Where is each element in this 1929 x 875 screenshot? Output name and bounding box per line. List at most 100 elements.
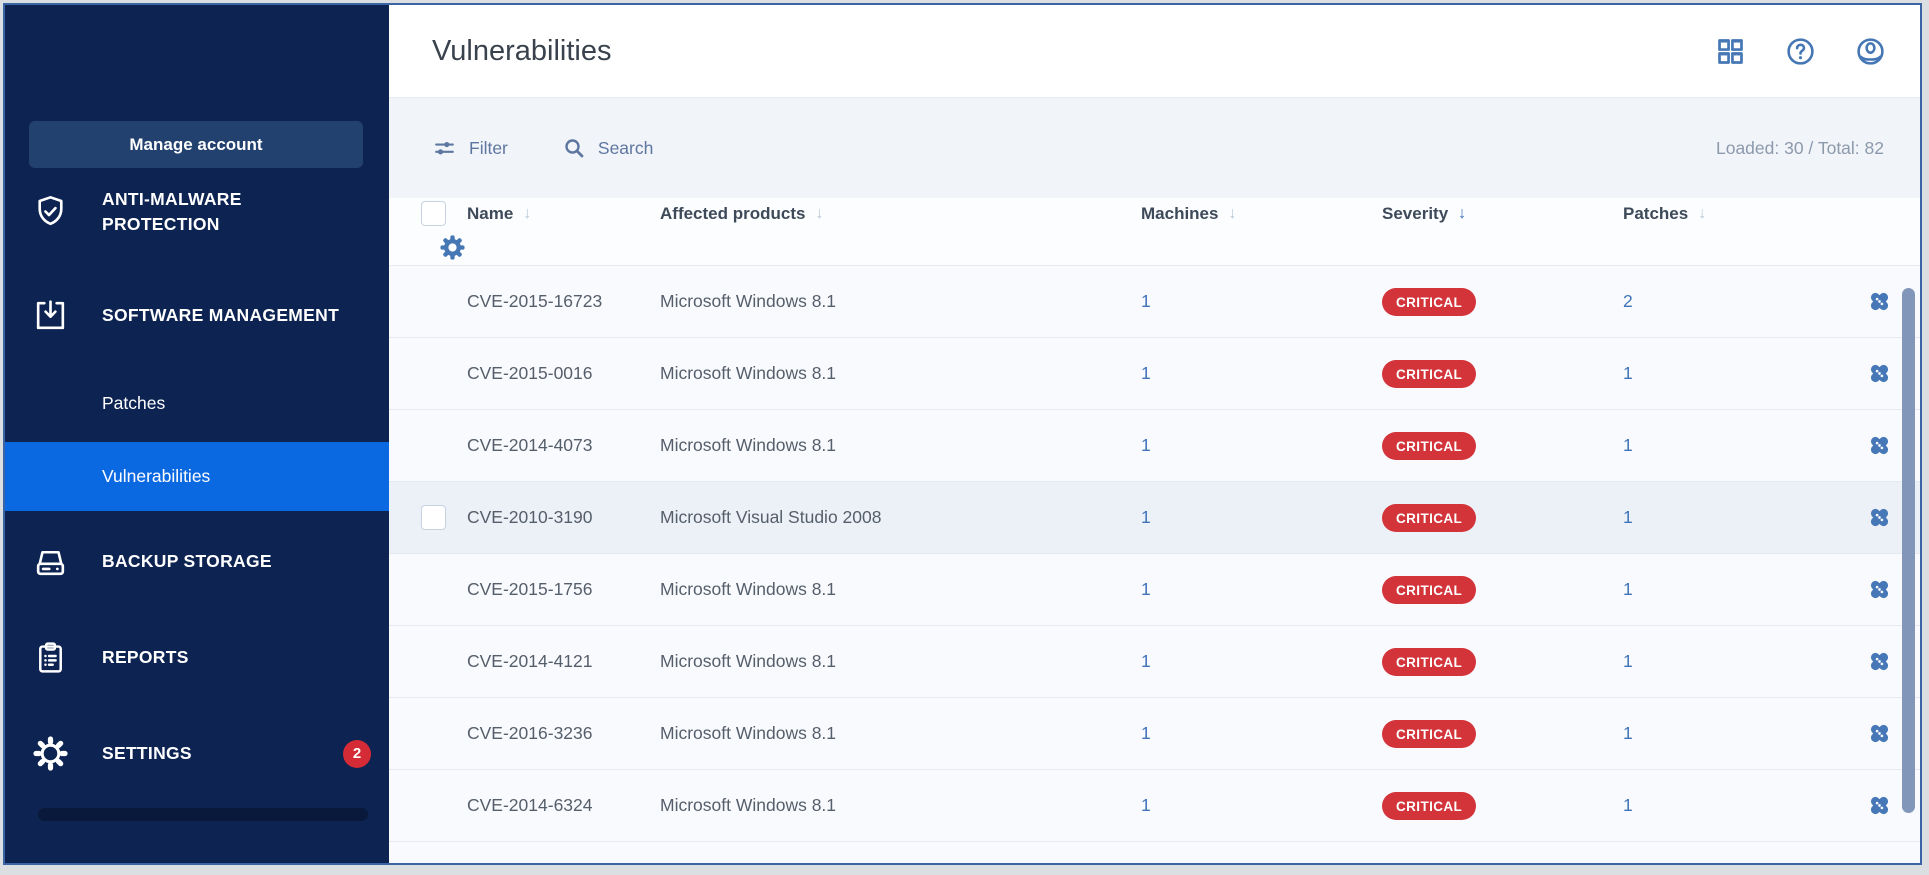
patch-icon[interactable]	[1865, 431, 1894, 460]
shield-check-icon	[31, 193, 69, 231]
column-header-machines[interactable]: Machines ↓	[1141, 204, 1382, 224]
gear-icon	[31, 735, 69, 773]
patch-icon[interactable]	[1865, 503, 1894, 532]
severity-badge: CRITICAL	[1382, 288, 1476, 316]
sidebar-item-software-management[interactable]: SOFTWARE MANAGEMENT	[5, 289, 389, 343]
column-label: Machines	[1141, 204, 1218, 224]
patches-link[interactable]: 1	[1623, 507, 1860, 528]
sidebar-item-reports[interactable]: REPORTS	[5, 631, 389, 685]
machines-link[interactable]: 1	[1141, 291, 1382, 312]
table-settings-gear-icon[interactable]	[438, 233, 467, 262]
affected-product: Microsoft Windows 8.1	[660, 579, 1141, 600]
search-button[interactable]: Search	[562, 136, 653, 160]
sidebar-horizontal-scrollbar[interactable]	[38, 808, 368, 821]
table-row[interactable]: CRITICAL	[389, 842, 1920, 863]
cve-name: CVE-2014-6324	[467, 795, 660, 816]
search-label: Search	[598, 138, 653, 159]
vertical-scrollbar-thumb[interactable]	[1902, 288, 1915, 813]
column-header-name[interactable]: Name ↓	[467, 204, 660, 224]
sidebar-item-settings[interactable]: SETTINGS 2	[5, 727, 389, 781]
affected-product: Microsoft Windows 8.1	[660, 795, 1141, 816]
software-download-icon	[31, 297, 69, 335]
patches-link[interactable]: 2	[1623, 291, 1860, 312]
cve-name: CVE-2015-16723	[467, 291, 660, 312]
sidebar-item-label: SETTINGS	[102, 741, 192, 766]
filter-icon	[432, 136, 457, 161]
patch-icon[interactable]	[1865, 791, 1894, 820]
sidebar-nav: ANTI-MALWARE PROTECTION SOFTWARE MANAGEM…	[5, 189, 389, 863]
filter-label: Filter	[469, 138, 508, 159]
sort-arrow-icon[interactable]: ↓	[523, 205, 531, 223]
cve-name: CVE-2010-3190	[467, 507, 660, 528]
table-row[interactable]: CVE-2015-1756 Microsoft Windows 8.1 1 CR…	[389, 554, 1920, 626]
affected-product: Microsoft Windows 8.1	[660, 435, 1141, 456]
cve-name: CVE-2014-4121	[467, 651, 660, 672]
header-icons	[1715, 36, 1886, 67]
sidebar-item-label: ANTI-MALWARE PROTECTION	[102, 189, 352, 237]
table-row[interactable]: CVE-2010-3190 Microsoft Visual Studio 20…	[389, 482, 1920, 554]
sidebar-item-patches[interactable]: Patches	[5, 390, 389, 418]
cve-name: CVE-2015-0016	[467, 363, 660, 384]
affected-product: Microsoft Windows 8.1	[660, 291, 1141, 312]
patches-link[interactable]: 1	[1623, 435, 1860, 456]
machines-link[interactable]: 1	[1141, 651, 1382, 672]
page-header: Vulnerabilities	[389, 5, 1920, 97]
column-header-patches[interactable]: Patches ↓	[1623, 204, 1860, 224]
row-checkbox[interactable]	[421, 505, 446, 530]
machines-link[interactable]: 1	[1141, 579, 1382, 600]
machines-link[interactable]: 1	[1141, 723, 1382, 744]
machines-link[interactable]: 1	[1141, 363, 1382, 384]
patches-link[interactable]: 1	[1623, 723, 1860, 744]
column-header-affected-products[interactable]: Affected products ↓	[660, 204, 1141, 224]
table-row[interactable]: CVE-2014-4073 Microsoft Windows 8.1 1 CR…	[389, 410, 1920, 482]
severity-badge: CRITICAL	[1382, 504, 1476, 532]
cve-name: CVE-2015-1756	[467, 579, 660, 600]
cve-name: CVE-2016-3236	[467, 723, 660, 744]
affected-product: Microsoft Windows 8.1	[660, 723, 1141, 744]
patch-icon[interactable]	[1865, 359, 1894, 388]
patches-link[interactable]: 1	[1623, 795, 1860, 816]
patches-link[interactable]: 1	[1623, 651, 1860, 672]
affected-product: Microsoft Visual Studio 2008	[660, 507, 1141, 528]
manage-account-button[interactable]: Manage account	[29, 121, 363, 168]
machines-link[interactable]: 1	[1141, 435, 1382, 456]
apps-grid-icon[interactable]	[1715, 36, 1746, 67]
patch-icon[interactable]	[1865, 719, 1894, 748]
severity-badge: CRITICAL	[1382, 720, 1476, 748]
account-icon[interactable]	[1855, 36, 1886, 67]
page-title: Vulnerabilities	[432, 35, 611, 68]
affected-product: Microsoft Windows 8.1	[660, 651, 1141, 672]
patches-link[interactable]: 1	[1623, 579, 1860, 600]
machines-link[interactable]: 1	[1141, 507, 1382, 528]
machines-link[interactable]: 1	[1141, 795, 1382, 816]
severity-badge: CRITICAL	[1382, 648, 1476, 676]
patch-icon[interactable]	[1865, 575, 1894, 604]
sort-arrow-icon[interactable]: ↓	[1228, 205, 1236, 223]
table-row[interactable]: CVE-2014-6324 Microsoft Windows 8.1 1 CR…	[389, 770, 1920, 842]
table-row[interactable]: CVE-2015-0016 Microsoft Windows 8.1 1 CR…	[389, 338, 1920, 410]
sort-arrow-icon[interactable]: ↓	[815, 205, 823, 223]
column-label: Patches	[1623, 204, 1688, 224]
sort-arrow-icon-active[interactable]: ↓	[1458, 205, 1466, 223]
table-row[interactable]: CVE-2015-16723 Microsoft Windows 8.1 1 C…	[389, 266, 1920, 338]
sidebar-item-vulnerabilities[interactable]: Vulnerabilities	[5, 442, 389, 511]
table-row[interactable]: CVE-2016-3236 Microsoft Windows 8.1 1 CR…	[389, 698, 1920, 770]
filter-button[interactable]: Filter	[432, 136, 508, 161]
patch-icon[interactable]	[1865, 287, 1894, 316]
table-body: CVE-2015-16723 Microsoft Windows 8.1 1 C…	[389, 266, 1920, 863]
search-icon	[562, 136, 586, 160]
table-header-row: Name ↓ Affected products ↓ Machines ↓ Se…	[389, 198, 1920, 266]
sidebar-item-backup-storage[interactable]: BACKUP STORAGE	[5, 535, 389, 589]
patches-link[interactable]: 1	[1623, 363, 1860, 384]
column-header-severity[interactable]: Severity ↓	[1382, 204, 1623, 224]
storage-drive-icon	[31, 543, 69, 581]
column-label: Affected products	[660, 204, 805, 224]
sidebar-item-anti-malware-protection[interactable]: ANTI-MALWARE PROTECTION	[5, 189, 389, 245]
sort-arrow-icon[interactable]: ↓	[1698, 205, 1706, 223]
sidebar-item-label: SOFTWARE MANAGEMENT	[102, 303, 339, 328]
table-row[interactable]: CVE-2014-4121 Microsoft Windows 8.1 1 CR…	[389, 626, 1920, 698]
main-panel: Vulnerabilities	[389, 5, 1920, 863]
select-all-checkbox[interactable]	[421, 201, 446, 226]
patch-icon[interactable]	[1865, 647, 1894, 676]
help-icon[interactable]	[1785, 36, 1816, 67]
